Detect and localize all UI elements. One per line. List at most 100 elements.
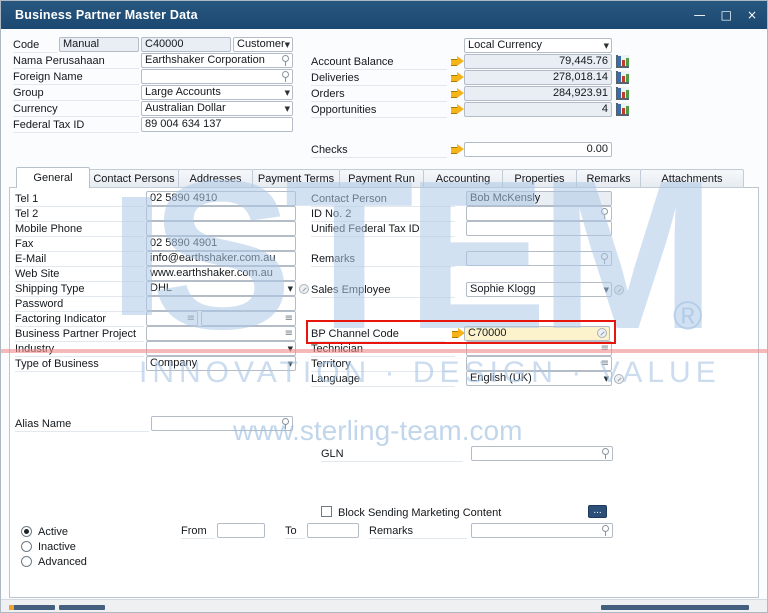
id-no-2-field[interactable] [466,206,612,221]
gln-label: GLN [321,448,463,462]
account-balance-label: Account Balance [311,56,447,70]
radio-active-label: Active [38,526,68,538]
alias-name-field[interactable] [151,416,293,431]
opportunities-field[interactable]: 4 [464,102,612,117]
code-label: Code [13,39,57,53]
unified-federal-tax-id-label: Unified Federal Tax ID [311,223,455,237]
tab-payment-terms[interactable]: Payment Terms [252,169,340,188]
unified-federal-tax-id-field[interactable] [466,221,612,236]
choose-from-list-icon[interactable]: ≡ [601,358,609,370]
tab-properties[interactable]: Properties [502,169,577,188]
minimize-icon[interactable]: — [694,1,706,29]
radio-advanced[interactable] [21,556,32,567]
tab-remarks[interactable]: Remarks [576,169,641,188]
bp-channel-code-label: BP Channel Code [311,328,445,342]
email-field[interactable]: info@earthshaker.com.au [146,251,296,266]
radio-inactive[interactable] [21,541,32,552]
website-field[interactable]: www.earthshaker.com.au [146,266,296,281]
password-field[interactable] [146,296,296,311]
chevron-down-icon: ▼ [603,42,609,50]
block-marketing-checkbox[interactable] [321,506,332,517]
federal-tax-id-field[interactable]: 89 004 634 137 [141,117,293,132]
mobile-phone-field[interactable] [146,221,296,236]
group-dropdown[interactable]: Large Accounts ▼ [141,85,293,100]
choose-from-list-icon[interactable]: ≡ [285,328,293,340]
marketing-remarks-field[interactable] [471,523,613,538]
tel1-field[interactable]: 02 5890 4910 [146,191,296,206]
bp-type-dropdown[interactable]: Customer ▼ [233,37,293,52]
email-label: E-Mail [15,253,144,267]
tel2-field[interactable] [146,206,296,221]
chart-icon[interactable] [616,71,629,84]
pencil-icon[interactable] [299,284,309,294]
factoring-indicator-field-2[interactable]: ≡ [201,311,296,326]
cancel-button-partial[interactable] [59,605,105,610]
contact-person-field[interactable]: Bob McKensly [466,191,612,206]
tab-payment-run[interactable]: Payment Run [339,169,424,188]
tab-addresses[interactable]: Addresses [178,169,253,188]
tab-contact-persons[interactable]: Contact Persons [89,169,179,188]
from-field[interactable] [217,523,265,538]
fax-field[interactable]: 02 5890 4901 [146,236,296,251]
deliveries-field[interactable]: 278,018.14 [464,70,612,85]
marketing-remarks-label: Remarks [369,525,467,539]
local-currency-dropdown[interactable]: Local Currency ▼ [464,38,612,53]
tab-accounting[interactable]: Accounting [423,169,503,188]
territory-field[interactable]: ≡ [466,356,612,371]
factoring-indicator-label: Factoring Indicator [15,313,144,327]
choose-from-list-icon[interactable]: ≡ [285,313,293,325]
link-arrow-icon[interactable] [451,88,464,99]
chevron-down-icon: ▼ [603,286,609,294]
remarks-field[interactable] [466,251,612,266]
technician-label: Technician [311,343,455,357]
foreign-name-field[interactable] [141,69,293,84]
shipping-type-label: Shipping Type [15,283,144,297]
bp-channel-code-field[interactable]: C70000 [464,326,610,341]
industry-dropdown[interactable]: ▼ [146,341,296,356]
bp-project-field[interactable]: ≡ [146,326,296,341]
technician-field[interactable]: ≡ [466,341,612,356]
chevron-down-icon: ▼ [603,375,609,383]
checks-field[interactable]: 0.00 [464,142,612,157]
pencil-icon[interactable] [614,285,624,295]
website-label: Web Site [15,268,144,282]
choose-from-list-icon[interactable]: ≡ [601,343,609,355]
currency-dropdown[interactable]: Australian Dollar ▼ [141,101,293,116]
pencil-icon[interactable] [597,328,607,338]
chart-icon[interactable] [616,55,629,68]
factoring-indicator-field[interactable]: ≡ [146,311,198,326]
fax-label: Fax [15,238,144,252]
sales-employee-dropdown[interactable]: Sophie Klogg ▼ [466,282,612,297]
more-options-button[interactable]: ... [588,505,607,518]
chevron-down-icon: ▼ [287,360,293,368]
tab-general[interactable]: General [16,167,90,188]
close-icon[interactable]: × [747,1,757,29]
choose-from-list-icon[interactable]: ≡ [187,313,195,325]
to-field[interactable] [307,523,359,538]
chart-icon[interactable] [616,103,629,116]
link-arrow-icon[interactable] [451,72,464,83]
language-dropdown[interactable]: English (UK) ▼ [466,371,612,386]
type-of-business-dropdown[interactable]: Company ▼ [146,356,296,371]
gln-field[interactable] [471,446,613,461]
ok-button-partial[interactable] [9,605,55,610]
chart-icon[interactable] [616,87,629,100]
you-can-also-button-partial[interactable] [601,605,749,610]
pencil-icon[interactable] [614,374,624,384]
orders-label: Orders [311,88,447,102]
shipping-type-dropdown[interactable]: DHL ▼ [146,281,296,296]
radio-active[interactable] [21,526,32,537]
code-mode-field[interactable]: Manual [59,37,139,52]
account-balance-field[interactable]: 79,445.76 [464,54,612,69]
company-name-field[interactable]: Earthshaker Corporation [141,53,293,68]
link-arrow-icon[interactable] [451,56,464,67]
tab-attachments[interactable]: Attachments [640,169,744,188]
orders-field[interactable]: 284,923.91 [464,86,612,101]
link-icon [600,253,608,265]
link-arrow-icon[interactable] [451,104,464,115]
code-field[interactable]: C40000 [141,37,231,52]
chevron-down-icon: ▼ [284,105,290,113]
link-arrow-icon[interactable] [451,144,464,155]
maximize-icon[interactable]: □ [721,1,732,29]
tab-bar: General Contact Persons Addresses Paymen… [16,167,744,188]
